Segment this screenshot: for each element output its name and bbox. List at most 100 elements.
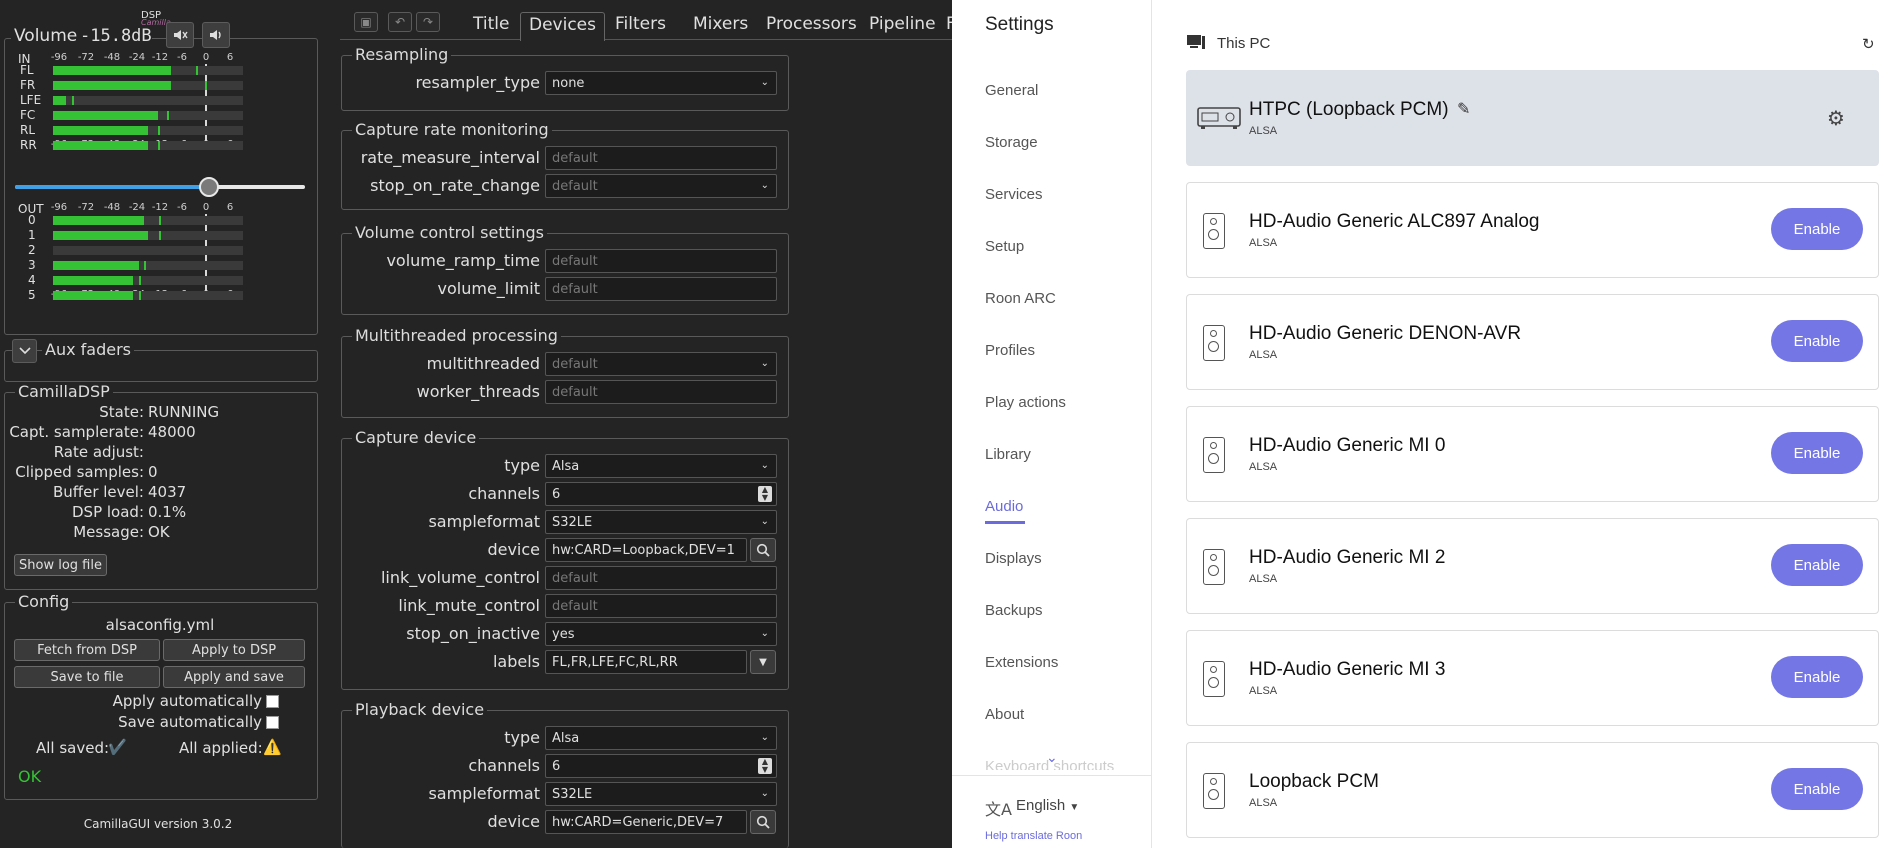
playback-channels-input[interactable]: 6 ▲ ▼ [545, 754, 777, 778]
channel-label: RL [20, 123, 36, 137]
channel-label: 0 [28, 213, 36, 227]
multithreaded-select[interactable]: default ⌄ [545, 352, 777, 376]
channel-label: FC [20, 108, 36, 122]
capture-device-browse-button[interactable] [750, 538, 776, 562]
labels-dropdown-button[interactable]: ▼ [750, 650, 776, 674]
playback-device-label: device [487, 812, 540, 831]
nav-item-displays[interactable]: Displays [985, 550, 1042, 567]
chevron-down-icon[interactable]: ⌄ [1046, 750, 1058, 766]
db-tick: -72 [77, 202, 95, 213]
capture-channels-input[interactable]: 6 ▲ ▼ [545, 482, 777, 506]
capture-device-input[interactable]: hw:CARD=Loopback,DEV=1 [545, 538, 747, 562]
level-fill [53, 81, 171, 90]
db-tick: -12 [151, 202, 169, 213]
status-key: Clipped samples: [15, 463, 144, 481]
db-tick: -12 [151, 52, 169, 63]
apply-and-save-button[interactable]: Apply and save [163, 666, 305, 688]
aux-faders-label: Aux faders [42, 340, 134, 359]
save-automatically-checkbox[interactable] [266, 716, 279, 729]
language-value: English [1016, 797, 1066, 814]
language-selector[interactable]: English ▼ [1016, 797, 1079, 814]
nav-item-storage[interactable]: Storage [985, 134, 1038, 151]
enable-button[interactable]: Enable [1771, 208, 1863, 250]
speaker-button[interactable] [202, 22, 230, 48]
volume-slider[interactable] [15, 177, 305, 197]
nav-item-library[interactable]: Library [985, 446, 1031, 463]
status-row: DSP load: 0.1% [2, 503, 302, 523]
stop-on-inactive-select[interactable]: yes ⌄ [545, 622, 777, 646]
nav-item-services[interactable]: Services [985, 186, 1043, 203]
all-saved-label: All saved: [36, 739, 110, 757]
device-card[interactable]: HD-Audio Generic MI 3 ALSA Enable [1186, 630, 1879, 726]
playback-type-select[interactable]: Alsa ⌄ [545, 726, 777, 750]
status-row: Buffer level: 4037 [2, 483, 302, 503]
playback-format-label: sampleformat [428, 784, 540, 803]
device-card[interactable]: HD-Audio Generic MI 2 ALSA Enable [1186, 518, 1879, 614]
translate-icon: 文A [985, 800, 1012, 819]
enable-button[interactable]: Enable [1771, 656, 1863, 698]
device-card[interactable]: Loopback PCM ALSA Enable [1186, 742, 1879, 838]
device-card[interactable]: HD-Audio Generic ALC897 Analog ALSA Enable [1186, 182, 1879, 278]
volume-ramp-input[interactable]: default [545, 249, 777, 273]
tab-mixers[interactable]: Mixers [685, 12, 756, 41]
rate-interval-input[interactable]: default [545, 146, 777, 170]
mute-button[interactable] [166, 22, 194, 48]
show-log-button[interactable]: Show log file [14, 554, 107, 576]
tab-processors[interactable]: Processors [758, 12, 865, 41]
playback-format-select[interactable]: S32LE ⌄ [545, 782, 777, 806]
worker-threads-input[interactable]: default [545, 380, 777, 404]
nav-item-profiles[interactable]: Profiles [985, 342, 1035, 359]
nav-item-play-actions[interactable]: Play actions [985, 394, 1066, 411]
device-card[interactable]: HD-Audio Generic DENON-AVR ALSA Enable [1186, 294, 1879, 390]
tab-filters[interactable]: Filters [607, 12, 674, 41]
playback-device-input[interactable]: hw:CARD=Generic,DEV=7 [545, 810, 747, 834]
nav-item-setup[interactable]: Setup [985, 238, 1024, 255]
undo-button[interactable]: ↶ [388, 12, 412, 32]
redo-icon: ↷ [422, 15, 434, 29]
nav-item-extensions[interactable]: Extensions [985, 654, 1058, 671]
nav-item-audio[interactable]: Audio [985, 498, 1023, 515]
nav-item-roon-arc[interactable]: Roon ARC [985, 290, 1056, 307]
spinner-icon[interactable]: ▲ ▼ [758, 758, 772, 774]
stop-on-rate-change-select[interactable]: default ⌄ [545, 174, 777, 198]
peak-marker [159, 216, 162, 225]
nav-item-backups[interactable]: Backups [985, 602, 1043, 619]
save-to-file-button[interactable]: Save to file [14, 666, 160, 688]
tab-title[interactable]: Title [465, 12, 517, 41]
peak-marker [205, 81, 207, 90]
capture-format-select[interactable]: S32LE ⌄ [545, 510, 777, 534]
playback-type-value: Alsa [552, 731, 580, 746]
tab-pipeline[interactable]: Pipeline [861, 12, 944, 41]
apply-automatically-checkbox[interactable] [266, 695, 279, 708]
redo-button[interactable]: ↷ [416, 12, 440, 32]
apply-to-dsp-button[interactable]: Apply to DSP [163, 639, 305, 661]
volume-limit-input[interactable]: default [545, 277, 777, 301]
tab-devices[interactable]: Devices [520, 12, 605, 41]
aux-faders-toggle[interactable] [12, 339, 37, 363]
resampler-type-select[interactable]: none ⌄ [545, 71, 777, 95]
gear-icon[interactable]: ⚙ [1827, 106, 1845, 130]
device-card[interactable]: HD-Audio Generic MI 0 ALSA Enable [1186, 406, 1879, 502]
refresh-icon[interactable]: ↻ [1862, 35, 1875, 53]
enable-button[interactable]: Enable [1771, 320, 1863, 362]
nav-item-about[interactable]: About [985, 706, 1024, 723]
device-card[interactable]: HTPC (Loopback PCM) ✎ ⚙ ALSA [1186, 70, 1879, 166]
peak-marker [157, 126, 160, 135]
fetch-from-dsp-button[interactable]: Fetch from DSP [14, 639, 160, 661]
resampler-type-row: resampler_type none ⌄ [342, 71, 790, 97]
labels-input[interactable]: FL,FR,LFE,FC,RL,RR [545, 650, 747, 674]
enable-button[interactable]: Enable [1771, 544, 1863, 586]
nav-item-general[interactable]: General [985, 82, 1038, 99]
window-icon-button[interactable]: ▣ [354, 12, 378, 32]
caret-down-icon: ▼ [1069, 802, 1080, 813]
enable-button[interactable]: Enable [1771, 768, 1863, 810]
link-volume-input[interactable]: default [545, 566, 777, 590]
pencil-icon[interactable]: ✎ [1457, 99, 1470, 118]
link-mute-input[interactable]: default [545, 594, 777, 618]
spinner-icon[interactable]: ▲ ▼ [758, 486, 772, 502]
playback-device-browse-button[interactable] [750, 810, 776, 834]
enable-button[interactable]: Enable [1771, 432, 1863, 474]
version-label: CamillaGUI version 3.0.2 [83, 817, 233, 831]
capture-type-select[interactable]: Alsa ⌄ [545, 454, 777, 478]
help-translate-link[interactable]: Help translate Roon [985, 830, 1082, 842]
